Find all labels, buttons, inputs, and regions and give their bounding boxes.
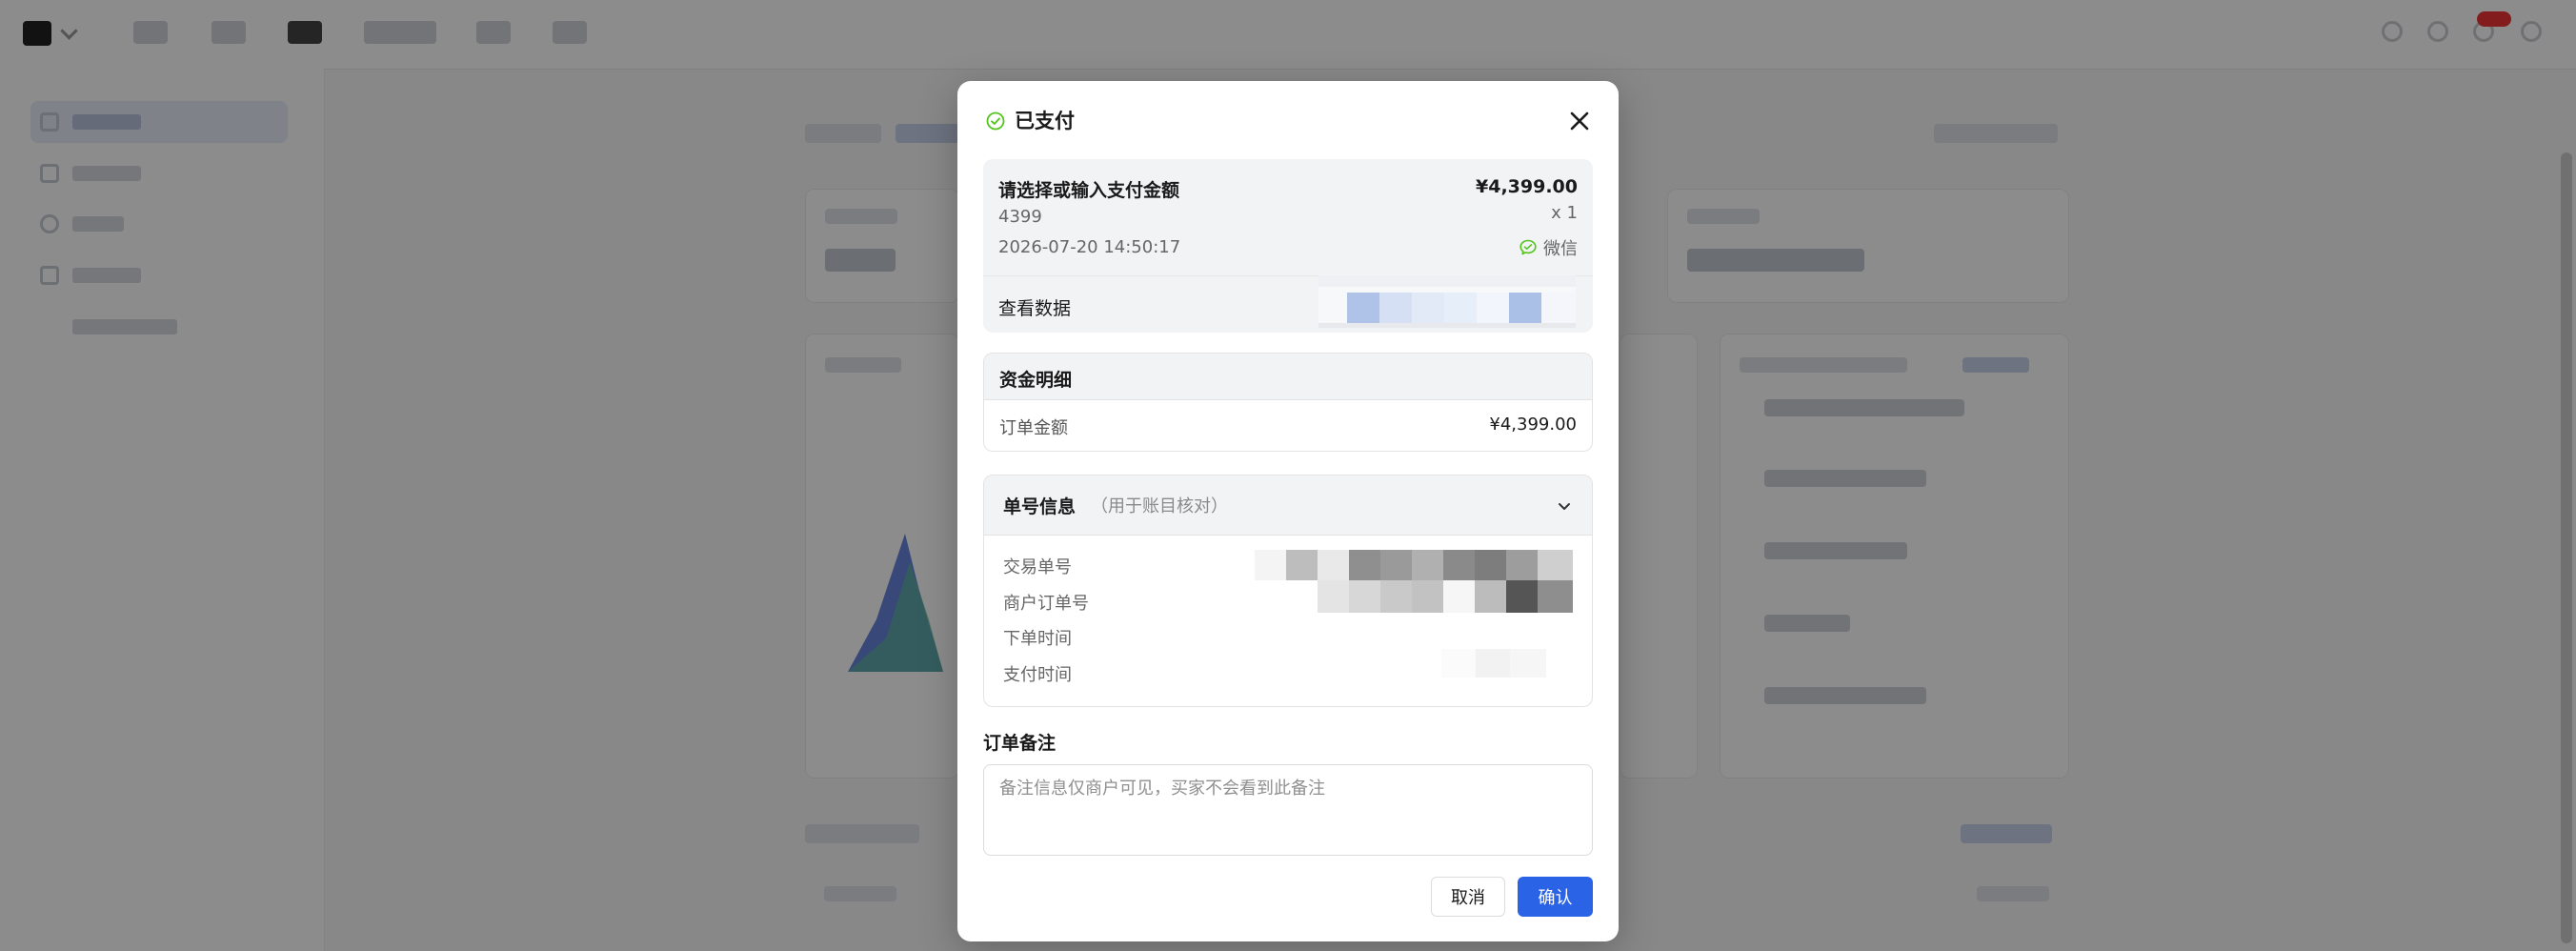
order-time-label: 下单时间 [1003, 629, 1072, 649]
order-numbers-panel: 单号信息 （用于账目核对） 交易单号 商户订单号 下单时间 支付时间 [983, 475, 1593, 707]
funds-detail: 资金明细 订单金额 ¥4,399.00 [983, 353, 1593, 452]
pixelated-time-values [1441, 649, 1546, 678]
modal-title: 已支付 [1015, 110, 1075, 132]
funds-detail-header: 资金明细 [984, 354, 1592, 400]
order-numbers-title: 单号信息 [1003, 496, 1077, 517]
summary-amount: ¥4,399.00 [1476, 176, 1578, 197]
chevron-down-icon[interactable] [1555, 496, 1574, 516]
order-numbers-header[interactable]: 单号信息 （用于账目核对） [984, 476, 1592, 536]
remark-label: 订单备注 [983, 733, 1057, 754]
order-amount-label: 订单金额 [999, 418, 1068, 438]
close-icon[interactable] [1564, 106, 1595, 136]
order-numbers-note: （用于账目核对） [1091, 496, 1228, 516]
pixelated-order-numbers [1255, 550, 1573, 613]
transaction-no-label: 交易单号 [1003, 557, 1072, 577]
payment-summary: 请选择或输入支付金额 ¥4,399.00 4399 x 1 2026-07-20… [983, 159, 1593, 333]
summary-quantity: x 1 [1551, 203, 1578, 223]
summary-datetime: 2026-07-20 14:50:17 [998, 237, 1181, 257]
remark-textarea[interactable] [983, 764, 1593, 856]
order-amount-value: ¥4,399.00 [1489, 415, 1577, 435]
wechat-icon [1519, 239, 1537, 255]
summary-label: 请选择或输入支付金额 [998, 180, 1180, 201]
cancel-button[interactable]: 取消 [1431, 877, 1505, 917]
view-data-link[interactable]: 查看数据 [998, 294, 1071, 320]
check-circle-icon [986, 111, 1005, 131]
merchant-order-no-label: 商户订单号 [1003, 594, 1089, 614]
pay-time-label: 支付时间 [1003, 665, 1072, 685]
confirm-button[interactable]: 确认 [1518, 877, 1593, 917]
pay-method-label: 微信 [1543, 239, 1578, 259]
funds-detail-title: 资金明细 [999, 370, 1073, 391]
payment-detail-modal: 已支付 请选择或输入支付金额 ¥4,399.00 4399 x 1 2026-0… [957, 81, 1619, 941]
pixelated-data-preview [1318, 275, 1576, 328]
pay-method: 微信 [1519, 235, 1578, 260]
summary-code: 4399 [998, 207, 1042, 227]
